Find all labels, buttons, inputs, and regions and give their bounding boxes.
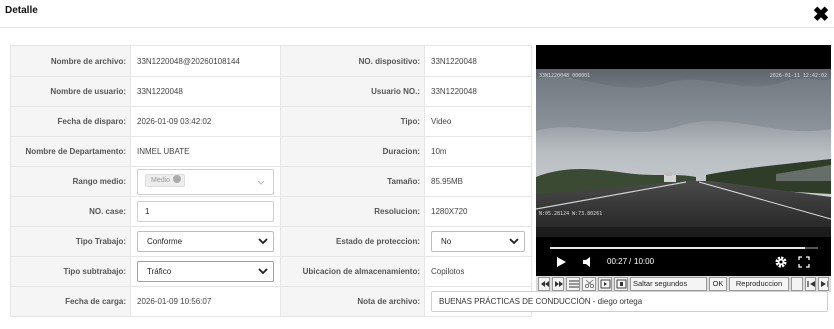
saltar-segundos-input[interactable]: Saltar segundos (630, 277, 707, 291)
scissors-icon[interactable] (582, 277, 596, 291)
value-tipo: Video (424, 106, 532, 137)
video-progress-fill (550, 247, 805, 249)
video-overlay-datetime: 2026-01-11 12:42:02 (769, 73, 827, 79)
label-fecha-disparo: Fecha de disparo: (10, 106, 131, 137)
label-tamano: Tamaño: (280, 166, 425, 197)
label-nombre-archivo: Nombre de archivo: (10, 45, 131, 77)
label-rango-medio: Rango medio: (10, 166, 131, 197)
label-usuario-no: Usuario NO.: (280, 76, 425, 107)
volume-icon[interactable] (582, 256, 594, 268)
value-nombre-archivo: 33N1220048@20260108144 (130, 45, 281, 77)
gear-icon[interactable] (774, 255, 788, 269)
detail-form: Nombre de archivo: 33N1220048@2026010814… (10, 45, 828, 317)
mark-out-icon[interactable] (614, 277, 628, 291)
tipo-trabajo-select[interactable]: Conforme (137, 231, 274, 252)
estado-proteccion-select[interactable]: No (431, 231, 525, 252)
chevron-down-icon (257, 180, 265, 185)
fullscreen-icon[interactable] (798, 256, 810, 268)
label-tipo-trabajo: Tipo Trabajo: (10, 226, 131, 257)
video-current-time: 00:27 (607, 257, 628, 266)
video-duration: 10:00 (634, 257, 655, 266)
video-progress-bar[interactable] (550, 247, 818, 249)
skip-start-icon[interactable] (805, 277, 816, 291)
chip-label: Medio (151, 176, 171, 184)
value-tamano: 85.95MB (424, 166, 532, 197)
label-ubicacion: Ubicacion de almacenamiento: (280, 256, 425, 287)
label-tipo: Tipo: (280, 106, 425, 137)
value-fecha-carga: 2026-01-09 10:56:07 (130, 286, 281, 317)
tipo-subtrabajo-select[interactable]: Tráfico (137, 261, 274, 282)
label-tipo-subtrabajo: Tipo subtrabajo: (10, 256, 131, 287)
chevron-down-icon (258, 268, 268, 275)
value-no-dispositivo: 33N1220048 (424, 45, 532, 77)
chevron-down-icon (509, 238, 519, 245)
chevron-down-icon (258, 238, 268, 245)
label-nombre-usuario: Nombre de usuario: (10, 76, 131, 107)
dialog-header: Detalle ✖ (0, 0, 834, 28)
label-departamento: Nombre de Departamento: (10, 136, 131, 167)
video-overlay-id: 33N1220048_000001 (539, 73, 591, 79)
label-duracion: Duracion: (280, 136, 425, 167)
label-no-dispositivo: NO. dispositivo: (280, 45, 425, 77)
dialog-title: Detalle (5, 5, 38, 16)
value-departamento: INMEL UBATE (130, 136, 281, 167)
label-fecha-carga: Fecha de carga: (10, 286, 131, 317)
rango-medio-chip: Medio (145, 173, 186, 187)
estado-proteccion-value: No (441, 237, 452, 246)
nota-input[interactable]: BUENAS PRÁCTICAS DE CONDUCCIÓN - diego o… (431, 291, 828, 312)
reproduccion-button[interactable]: Reproduccion (729, 277, 789, 291)
tipo-trabajo-value: Conforme (147, 237, 183, 246)
label-nota: Nota de archivo: (280, 286, 425, 317)
value-duracion: 10m (424, 136, 532, 167)
chip-remove-icon (173, 174, 182, 183)
mark-in-icon[interactable] (598, 277, 612, 291)
value-fecha-disparo: 2026-01-09 03:42:02 (130, 106, 281, 137)
video-toolbar: Saltar segundos OK Reproduccion (536, 276, 831, 292)
value-resolucion: 1280X720 (424, 196, 532, 227)
fast-forward-icon[interactable] (552, 277, 564, 291)
skip-end-icon[interactable] (818, 277, 829, 291)
video-player[interactable]: 33N1220048_000001 2026-01-11 12:42:02 N:… (536, 45, 831, 292)
label-no-case: NO. case: (10, 196, 131, 227)
no-case-input[interactable]: 1 (137, 201, 274, 222)
value-nombre-usuario: 33N1220048 (130, 76, 281, 107)
value-ubicacion: Copilotos (424, 256, 532, 287)
value-usuario-no: 33N1220048 (424, 76, 532, 107)
video-overlay-gps: N:05.28124 W:73.80261 (539, 211, 603, 217)
ok-button[interactable]: OK (709, 277, 727, 291)
label-estado-proteccion: Estado de proteccion: (280, 226, 425, 257)
play-icon[interactable] (555, 256, 567, 268)
video-time-separator: / (629, 257, 632, 266)
rango-medio-select: Medio (137, 168, 274, 195)
list-icon[interactable] (566, 277, 580, 291)
label-resolucion: Resolucion: (280, 196, 425, 227)
close-icon[interactable]: ✖ (811, 4, 831, 26)
rewind-icon[interactable] (538, 277, 550, 291)
tipo-subtrabajo-value: Tráfico (147, 267, 172, 276)
toolbar-spacer (791, 277, 803, 291)
